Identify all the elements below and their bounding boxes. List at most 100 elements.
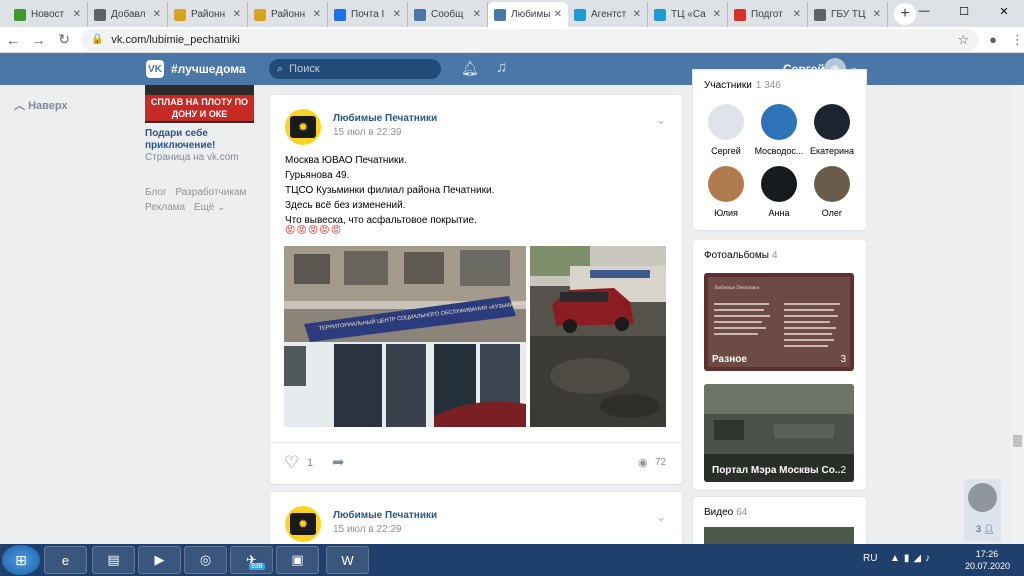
footer-link-ads[interactable]: Реклама (145, 202, 185, 213)
browser-tab[interactable]: Любимы ✕ (488, 2, 568, 27)
tab-label: Подгот (751, 9, 783, 20)
vk-logo[interactable]: VK (146, 60, 164, 78)
ad-title[interactable]: Подари себе приключение! (145, 128, 260, 152)
videos-title: Видео (704, 507, 734, 518)
share-arrow-icon[interactable]: ➦ (332, 453, 345, 471)
browser-tab[interactable]: Подгот ✕ (728, 2, 808, 27)
tab-close-icon[interactable]: ✕ (873, 9, 881, 20)
chat-avatar[interactable] (968, 483, 997, 512)
tab-close-icon[interactable]: ✕ (713, 9, 721, 20)
music-note-icon[interactable]: ♫ (496, 59, 507, 76)
post-line: Здесь всё без изменений. (285, 200, 406, 211)
tab-close-icon[interactable]: ✕ (153, 9, 161, 20)
taskbar-telegram-icon[interactable]: ✈ 938 (230, 546, 273, 574)
members-header[interactable]: Участники 1 346 (704, 80, 781, 91)
post-author[interactable]: Любимые Печатники (333, 510, 437, 521)
post-line: Что вывеска, что асфальтовое покрытие. (285, 215, 477, 226)
member-name: Олег (821, 208, 843, 218)
taskbar-ie-icon[interactable]: e (44, 546, 87, 574)
community-avatar[interactable]: ✹ (285, 109, 321, 145)
taskbar-clock[interactable]: 17:26 20.07.2020 (965, 548, 1010, 572)
chat-count-value: 3 (976, 524, 982, 534)
scrollbar-thumb[interactable] (1013, 435, 1022, 447)
notifications-bell-icon[interactable]: 🔔︎ (461, 60, 479, 77)
browser-tab[interactable]: Сообщ ✕ (408, 2, 488, 27)
member-item[interactable]: Мосводос... (753, 104, 805, 156)
heart-icon[interactable]: ♡ (284, 453, 299, 473)
browser-tab[interactable]: Почта I ✕ (328, 2, 408, 27)
tab-close-icon[interactable]: ✕ (793, 9, 801, 20)
tab-label: ГБУ ТЦ (831, 9, 866, 20)
taskbar-chrome-icon[interactable]: ◎ (184, 546, 227, 574)
header-hashtag[interactable]: #лучшедома (171, 62, 246, 76)
post-photo-car[interactable] (530, 246, 666, 427)
footer-link-more[interactable]: Ещё ⌄ (194, 202, 226, 213)
tab-close-icon[interactable]: ✕ (233, 9, 241, 20)
tab-close-icon[interactable]: ✕ (313, 9, 321, 20)
community-avatar[interactable]: ✹ (285, 506, 321, 542)
footer-link-developers[interactable]: Разработчикам (175, 187, 246, 198)
profile-icon[interactable]: ● (989, 32, 997, 48)
tab-close-icon[interactable]: ✕ (554, 9, 562, 20)
albums-header[interactable]: Фотоальбомы 4 (704, 250, 778, 261)
start-button[interactable]: ⊞ (2, 545, 40, 575)
forward-arrow-icon[interactable]: → (26, 32, 52, 48)
post-date[interactable]: 15 июл в 22:29 (333, 524, 402, 535)
menu-dots-icon[interactable]: ⋮ (1011, 32, 1024, 48)
post-author[interactable]: Любимые Печатники (333, 113, 437, 124)
chat-widget[interactable]: 3 👤︎ (964, 479, 1001, 542)
browser-tab[interactable]: Добавл ✕ (88, 2, 168, 27)
tab-close-icon[interactable]: ✕ (473, 9, 481, 20)
member-name: Юлия (714, 208, 738, 218)
keyboard-language[interactable]: RU (863, 553, 877, 564)
post-photo-building[interactable]: ТЕРРИТОРИАЛЬНЫЙ ЦЕНТР СОЦИАЛЬНОГО ОБСЛУЖ… (284, 246, 526, 427)
member-item[interactable]: Юлия (700, 166, 752, 218)
taskbar-explorer-icon[interactable]: ▤ (92, 546, 135, 574)
browser-tab[interactable]: ГБУ ТЦ ✕ (808, 2, 888, 27)
footer-link-blog[interactable]: Блог (145, 187, 167, 198)
windows-taskbar: ⊞ e ▤ ▶ ◎ ✈ 938 ▣ W RU ▲▮◢♪ 17:26 20.07.… (0, 544, 1024, 576)
bookmark-star-icon[interactable]: ☆ (957, 32, 969, 48)
tab-close-icon[interactable]: ✕ (393, 9, 401, 20)
post-menu-chevron-icon[interactable]: ⌄ (656, 113, 666, 127)
post-date[interactable]: 15 июл в 22:39 (333, 127, 402, 138)
tab-favicon-icon (414, 8, 426, 21)
videos-header[interactable]: Видео 64 (704, 507, 747, 518)
album-tile[interactable]: Любимые Печатники Разное 3 (704, 273, 854, 371)
browser-tab[interactable]: Районн ✕ (248, 2, 328, 27)
tab-close-icon[interactable]: ✕ (633, 9, 641, 20)
post-line: ТЦСО Кузьминки филиал района Печатники. (285, 185, 495, 196)
album-tile[interactable]: Портал Мэра Москвы Со... 2 (704, 384, 854, 482)
album-count: 2 (840, 465, 846, 476)
reload-icon[interactable]: ↻ (51, 31, 77, 48)
ad-image[interactable]: СПЛАВ НА ПЛОТУ ПО ДОНУ И ОКЕ (145, 85, 254, 123)
minimize-icon[interactable]: — (904, 0, 944, 22)
search-icon: ⌕ (277, 62, 284, 75)
ad-site-link[interactable]: Страница на vk.com (145, 152, 239, 163)
search-input[interactable]: ⌕ Поиск (269, 59, 441, 79)
member-item[interactable]: Анна (753, 166, 805, 218)
url-input[interactable]: 🔒 vk.com/lubimie_pechatniki ☆ (80, 28, 980, 51)
maximize-icon[interactable]: ☐ (944, 0, 984, 22)
like-count[interactable]: 1 (307, 457, 313, 469)
post-menu-chevron-icon[interactable]: ⌄ (656, 510, 666, 524)
member-avatar (761, 104, 797, 140)
tab-close-icon[interactable]: ✕ (73, 9, 81, 20)
browser-tab[interactable]: ТЦ «Са ✕ (648, 2, 728, 27)
browser-tab[interactable]: Районн ✕ (168, 2, 248, 27)
back-arrow-icon[interactable]: ← (0, 32, 26, 48)
member-item[interactable]: Олег (806, 166, 858, 218)
taskbar-app-icon[interactable]: ▣ (276, 546, 319, 574)
scroll-to-top-link[interactable]: ︿ Наверх (14, 97, 68, 113)
page-scrollbar[interactable] (1011, 85, 1024, 544)
taskbar-media-icon[interactable]: ▶ (138, 546, 181, 574)
member-item[interactable]: Сергей (700, 104, 752, 156)
browser-tab[interactable]: Агентст ✕ (568, 2, 648, 27)
taskbar-word-icon[interactable]: W (326, 546, 369, 574)
system-tray-icons[interactable]: ▲▮◢♪ (890, 553, 934, 564)
close-window-icon[interactable]: ✕ (984, 0, 1024, 22)
member-item[interactable]: Екатерина (806, 104, 858, 156)
lock-icon[interactable]: 🔒 (91, 34, 103, 45)
browser-tab[interactable]: Новост ✕ (8, 2, 88, 27)
tab-label: Районн (191, 9, 226, 20)
